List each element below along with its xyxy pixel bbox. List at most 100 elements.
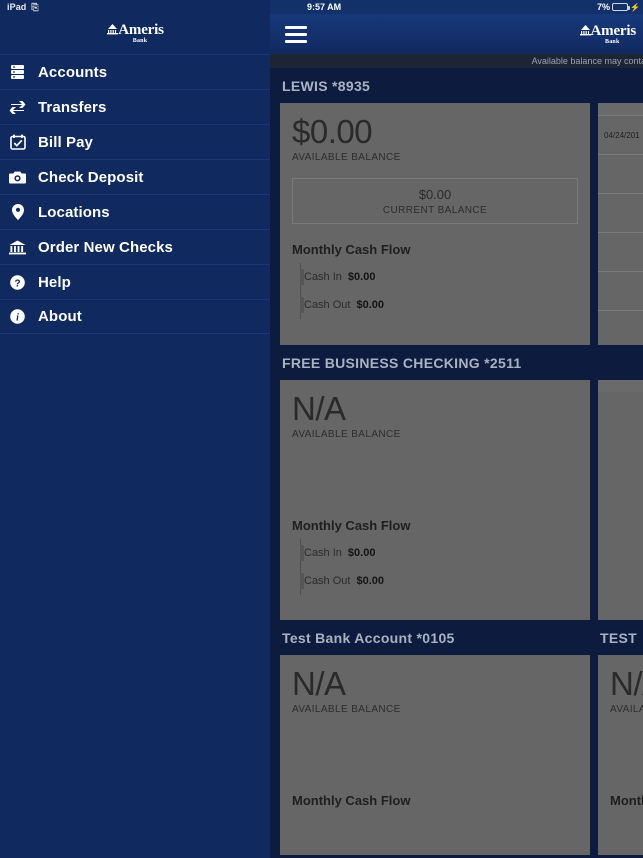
battery-indicator: 7% ⚡: [597, 0, 640, 14]
account-card[interactable]: N/A AVAILABLE BALANCE Monthly Cash Flow: [280, 655, 590, 855]
cash-out-bar: [300, 296, 304, 313]
sidebar-item-label: Locations: [38, 203, 110, 221]
available-balance-label: AVAILABLE BALANCE: [610, 703, 643, 715]
account-row: LEWIS *8935 $0.00 AVAILABLE BALANCE $0.0…: [270, 68, 643, 345]
rotation-lock-icon: ⎘: [31, 1, 39, 12]
svg-text:i: i: [16, 312, 19, 323]
available-balance-amount: N/A: [610, 665, 643, 702]
sidebar-item-accounts[interactable]: Accounts: [0, 54, 270, 89]
navbar-ameris-bank-logo: Ameris Bank: [579, 22, 637, 45]
lightning-bolt-icon: ⚡: [630, 2, 640, 12]
status-bar-left: iPad ⎘: [0, 0, 270, 14]
status-time: 9:57 AM: [307, 2, 342, 12]
sidebar-item-locations[interactable]: Locations: [0, 194, 270, 229]
monthly-cash-flow-title: Monthly Cash Flow: [610, 792, 643, 808]
overdraft-notice-text: Available balance may contain Overdraft: [531, 56, 643, 66]
sidebar-menu: Accounts Transfers Bill Pay Check Deposi…: [0, 54, 270, 334]
accounts-list: LEWIS *8935 $0.00 AVAILABLE BALANCE $0.0…: [270, 68, 643, 855]
account-card[interactable]: N/A AVAILABLE BALANCE Monthly Cash Flow: [598, 655, 643, 855]
battery-icon: [612, 3, 631, 11]
main-content: 9:57 AM 7% ⚡ Ameris Bank Available balan…: [270, 0, 643, 858]
transaction-row[interactable]: [598, 232, 643, 271]
hamburger-menu-icon[interactable]: [285, 25, 307, 43]
cash-flow-row-out: Cash Out $0.00: [300, 291, 578, 319]
overdraft-notice: Available balance may contain Overdraft: [270, 54, 643, 68]
account-cards: N/A AVAILABLE BALANCE Monthly Cash Flow …: [270, 655, 643, 855]
available-balance-label: AVAILABLE BALANCE: [292, 428, 401, 440]
account-row: Test Bank Account *0105 TEST N/A AVAILAB…: [270, 620, 643, 855]
available-balance-label: AVAILABLE BALANCE: [292, 703, 401, 715]
ameris-bank-logo: Ameris Bank: [106, 21, 164, 44]
sidebar-item-transfers[interactable]: Transfers: [0, 89, 270, 124]
cash-out-bar: [300, 572, 304, 589]
logo-wordmark: Ameris: [118, 21, 164, 38]
account-header: LEWIS *8935: [270, 68, 643, 103]
cash-out-label: Cash Out: [304, 298, 351, 311]
svg-text:?: ?: [14, 278, 20, 289]
cash-flow-chart: Cash In $0.00 Cash Out $0.00: [292, 262, 578, 319]
sidebar-item-help[interactable]: ? Help: [0, 264, 270, 299]
logo-subtext: Bank: [605, 38, 620, 45]
navbar: Ameris Bank: [270, 14, 643, 54]
calendar-check-icon: [8, 134, 27, 150]
sidebar-item-about[interactable]: i About: [0, 299, 270, 334]
account-card[interactable]: $0.00 AVAILABLE BALANCE $0.00 CURRENT BA…: [280, 103, 590, 345]
cash-flow-row-out: Cash Out $0.00: [300, 567, 578, 595]
transaction-row[interactable]: 04/24/201: [598, 115, 643, 154]
monthly-cash-flow-title: Monthly Cash Flow: [292, 792, 411, 808]
current-balance-amount: $0.00: [418, 186, 452, 202]
cash-flow-row-in: Cash In $0.00: [300, 263, 578, 291]
sidebar-item-label: Bill Pay: [38, 133, 93, 151]
account-cards: $0.00 AVAILABLE BALANCE $0.00 CURRENT BA…: [270, 103, 643, 345]
sidebar-item-order-new-checks[interactable]: Order New Checks: [0, 229, 270, 264]
sidebar-item-label: Order New Checks: [38, 238, 173, 256]
current-balance-box[interactable]: $0.00 CURRENT BALANCE: [292, 177, 578, 224]
transaction-row[interactable]: [598, 193, 643, 232]
current-balance-label: CURRENT BALANCE: [382, 204, 488, 216]
cash-out-label: Cash Out: [304, 574, 351, 587]
sidebar-item-label: Check Deposit: [38, 168, 144, 186]
map-pin-icon: [8, 204, 27, 220]
account-card[interactable]: N/A AVAILABLE BALANCE Monthly Cash Flow …: [280, 380, 590, 620]
battery-percent: 7%: [597, 2, 611, 12]
cash-out-value: $0.00: [356, 298, 384, 311]
device-label: iPad: [7, 2, 27, 12]
sidebar-item-label: About: [38, 308, 82, 325]
sidebar-item-check-deposit[interactable]: Check Deposit: [0, 159, 270, 194]
cash-in-value: $0.00: [347, 546, 376, 559]
transaction-row[interactable]: [598, 310, 643, 349]
status-bar-main: 9:57 AM 7% ⚡: [270, 0, 643, 14]
logo-a-building-icon: [579, 24, 592, 39]
sidebar-item-bill-pay[interactable]: Bill Pay: [0, 124, 270, 159]
transaction-row[interactable]: [598, 271, 643, 310]
logo-subtext: Bank: [132, 37, 148, 44]
ipad-banking-screen: iPad ⎘ Ameris Bank Accounts Transfers Bi…: [0, 0, 643, 858]
account-cards: N/A AVAILABLE BALANCE Monthly Cash Flow …: [270, 380, 643, 620]
sidebar-brand: Ameris Bank: [0, 14, 270, 54]
sidebar-item-label: Help: [38, 273, 71, 291]
account-title: Test Bank Account *0105: [282, 629, 455, 646]
cash-in-value: $0.00: [347, 270, 376, 283]
account-header: FREE BUSINESS CHECKING *2511: [270, 345, 643, 380]
account-title: LEWIS *8935: [282, 77, 371, 94]
sidebar: iPad ⎘ Ameris Bank Accounts Transfers Bi…: [0, 0, 270, 858]
available-balance-label: AVAILABLE BALANCE: [292, 151, 401, 163]
transaction-list[interactable]: 04/24/201: [598, 103, 643, 345]
bank-building-icon: [8, 240, 27, 255]
camera-icon: [8, 170, 27, 184]
cash-in-label: Cash In: [304, 546, 342, 559]
transaction-row[interactable]: [598, 154, 643, 193]
cash-in-label: Cash In: [304, 270, 342, 283]
available-balance-amount: N/A: [292, 390, 346, 427]
account-header: Test Bank Account *0105 TEST: [270, 620, 643, 655]
logo-wordmark: Ameris: [590, 22, 637, 39]
sidebar-item-label: Transfers: [38, 98, 107, 116]
transaction-list[interactable]: [598, 380, 643, 620]
transaction-date: 04/24/201: [604, 130, 640, 140]
account-title: TEST: [600, 629, 637, 646]
sidebar-item-label: Accounts: [38, 63, 108, 81]
cash-in-bar: [300, 268, 304, 285]
available-balance-amount: N/A: [292, 665, 346, 702]
cash-flow-row-in: Cash In $0.00: [300, 539, 578, 567]
monthly-cash-flow-title: Monthly Cash Flow: [292, 517, 411, 533]
